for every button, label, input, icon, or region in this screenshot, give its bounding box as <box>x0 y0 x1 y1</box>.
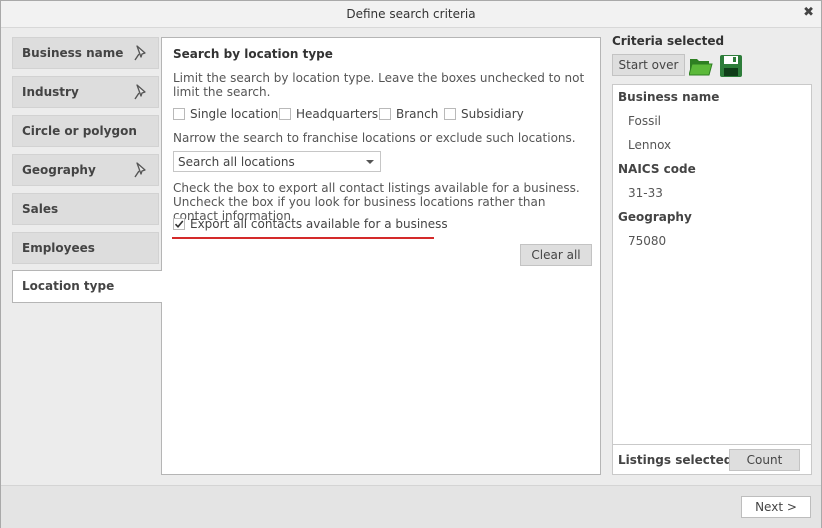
nav-item-label: Business name <box>22 46 124 60</box>
search-criteria-dialog: Define search criteria ✖ Business name I… <box>0 0 822 528</box>
criteria-value: 31-33 <box>628 186 663 200</box>
listings-count-bar: Listings selected: Count <box>612 444 812 475</box>
export-contacts-label: Export all contacts available for a busi… <box>190 217 448 231</box>
close-icon[interactable]: ✖ <box>803 6 814 20</box>
export-contacts-checkbox[interactable] <box>173 218 185 230</box>
headquarters-checkbox[interactable] <box>279 108 291 120</box>
nav-item-label: Geography <box>22 163 96 177</box>
checkmark-icon <box>174 220 184 229</box>
branch-checkbox[interactable] <box>379 108 391 120</box>
chevron-down-icon <box>366 160 374 164</box>
count-button[interactable]: Count <box>729 449 800 471</box>
single-location-label: Single location <box>190 107 279 121</box>
listings-selected-label: Listings selected: <box>618 453 738 467</box>
pushpin-icon <box>134 84 146 100</box>
criteria-heading: NAICS code <box>618 162 696 176</box>
criteria-heading: Business name <box>618 90 720 104</box>
franchise-select[interactable]: Search all locations <box>173 151 381 172</box>
nav-item-geography[interactable]: Geography <box>12 154 159 186</box>
criteria-list: Business name Fossil Lennox NAICS code 3… <box>612 84 812 445</box>
pushpin-icon <box>134 45 146 61</box>
nav-item-circle-or-polygon[interactable]: Circle or polygon <box>12 115 159 147</box>
window-title: Define search criteria <box>346 7 476 21</box>
criteria-value: 75080 <box>628 234 667 248</box>
criteria-value: Lennox <box>628 138 672 152</box>
nav-item-label: Industry <box>22 85 79 99</box>
headquarters-label: Headquarters <box>296 107 379 121</box>
nav-item-location-type[interactable]: Location type <box>12 270 162 303</box>
nav-item-sales[interactable]: Sales <box>12 193 159 225</box>
franchise-select-value: Search all locations <box>178 155 295 169</box>
clear-all-button[interactable]: Clear all <box>520 244 592 266</box>
nav-item-label: Employees <box>22 241 95 255</box>
single-location-checkbox[interactable] <box>173 108 185 120</box>
nav-item-label: Circle or polygon <box>22 124 137 138</box>
nav-item-label: Sales <box>22 202 59 216</box>
start-over-button[interactable]: Start over <box>612 54 685 76</box>
criteria-heading: Geography <box>618 210 692 224</box>
panel-heading: Search by location type <box>173 47 333 61</box>
nav-item-business-name[interactable]: Business name <box>12 37 159 69</box>
folder-open-icon[interactable] <box>689 55 713 77</box>
location-type-panel: Search by location type Limit the search… <box>161 37 601 475</box>
dialog-footer: Next > <box>1 485 821 528</box>
branch-label: Branch <box>396 107 439 121</box>
franchise-instructions: Narrow the search to franchise locations… <box>173 131 576 145</box>
criteria-value: Fossil <box>628 114 661 128</box>
limit-instructions: Limit the search by location type. Leave… <box>173 71 585 99</box>
subsidiary-checkbox[interactable] <box>444 108 456 120</box>
nav-item-label: Location type <box>22 279 115 293</box>
next-button[interactable]: Next > <box>741 496 811 518</box>
criteria-title: Criteria selected <box>612 34 725 48</box>
title-bar: Define search criteria ✖ <box>1 1 821 28</box>
nav-item-employees[interactable]: Employees <box>12 232 159 264</box>
subsidiary-label: Subsidiary <box>461 107 524 121</box>
pushpin-icon <box>134 162 146 178</box>
nav-item-industry[interactable]: Industry <box>12 76 159 108</box>
floppy-disk-icon[interactable] <box>719 54 743 78</box>
highlight-underline <box>172 237 434 239</box>
